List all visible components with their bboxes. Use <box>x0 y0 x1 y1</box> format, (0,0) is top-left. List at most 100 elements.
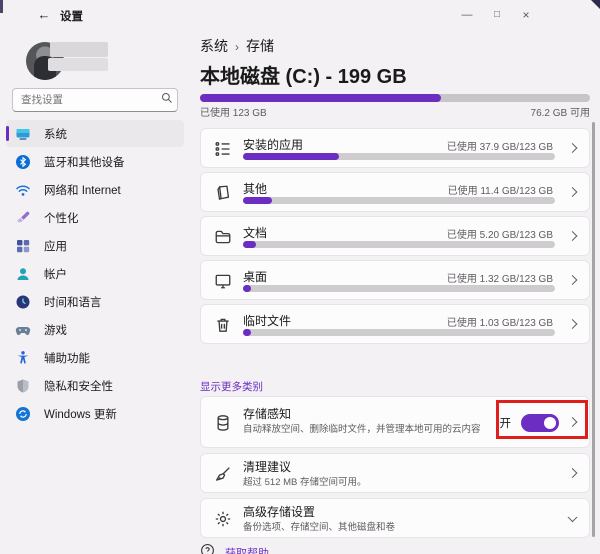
chevron-right-icon <box>568 468 578 478</box>
disk-usage-bar <box>200 94 590 102</box>
apps-grid-icon <box>15 238 31 254</box>
disk-usage-labels: 已使用 123 GB 76.2 GB 可用 <box>200 104 590 119</box>
category-label: 安装的应用 <box>243 136 303 153</box>
gamepad-icon <box>15 322 31 338</box>
titlebar: ← 设置 — □ × <box>0 0 600 30</box>
chevron-right-icon <box>568 275 578 285</box>
help-label: 获取帮助 <box>225 545 269 554</box>
chevron-right-icon <box>568 319 578 329</box>
page-title: 本地磁盘 (C:) - 199 GB <box>200 60 407 89</box>
sidebar-item-apps[interactable]: 应用 <box>6 232 184 259</box>
cleanup-subtitle: 超过 512 MB 存储空间可用。 <box>243 474 367 488</box>
storage-sense-title: 存储感知 <box>243 405 291 422</box>
sidebar-item-bluetooth[interactable]: 蓝牙和其他设备 <box>6 148 184 175</box>
sidebar-nav: 系统 蓝牙和其他设备 网络和 Internet 个性化 <box>6 120 184 428</box>
sidebar-item-windows-update[interactable]: Windows 更新 <box>6 400 184 427</box>
category-usage-fill <box>243 285 251 292</box>
cleanup-title: 清理建议 <box>243 458 291 475</box>
chevron-right-icon <box>568 187 578 197</box>
apps-list-icon <box>214 140 232 158</box>
sidebar-item-label: 游戏 <box>44 322 67 338</box>
selected-indicator <box>6 126 9 141</box>
advanced-title: 高级存储设置 <box>243 503 315 520</box>
app-title: 设置 <box>60 8 83 24</box>
wifi-icon <box>15 182 31 198</box>
sidebar-item-network[interactable]: 网络和 Internet <box>6 176 184 203</box>
sidebar-item-label: 系统 <box>44 126 67 142</box>
annotation-highlight-box <box>496 400 588 439</box>
search-input[interactable] <box>13 94 157 106</box>
sidebar-item-accessibility[interactable]: 辅助功能 <box>6 344 184 371</box>
cleanup-recommendations-row[interactable]: 清理建议 超过 512 MB 存储空间可用。 <box>200 453 590 493</box>
sidebar-item-label: 帐户 <box>44 266 67 282</box>
category-usage-fill <box>243 329 251 336</box>
settings-search[interactable] <box>12 88 178 112</box>
category-row-desktop[interactable]: 桌面 已使用 1.32 GB/123 GB <box>200 260 590 300</box>
breadcrumb-current: 存储 <box>246 38 274 54</box>
category-usage-fill <box>243 197 272 204</box>
category-row-installed-apps[interactable]: 安装的应用 已使用 37.9 GB/123 GB <box>200 128 590 168</box>
box-icon <box>214 184 232 202</box>
sidebar-item-label: 辅助功能 <box>44 350 90 366</box>
chevron-right-icon <box>568 231 578 241</box>
advanced-storage-settings-row[interactable]: 高级存储设置 备份选项、存储空间、其他磁盘和卷 <box>200 498 590 538</box>
chevron-right-icon <box>568 143 578 153</box>
category-label: 临时文件 <box>243 312 291 329</box>
category-usage: 已使用 1.03 GB/123 GB <box>447 314 553 329</box>
category-row-temp-files[interactable]: 临时文件 已使用 1.03 GB/123 GB <box>200 304 590 344</box>
sidebar-item-label: 时间和语言 <box>44 294 102 310</box>
category-row-other[interactable]: 其他 已使用 11.4 GB/123 GB <box>200 172 590 212</box>
category-usage-fill <box>243 153 339 160</box>
scrollbar[interactable] <box>592 122 595 537</box>
sidebar: 系统 蓝牙和其他设备 网络和 Internet 个性化 <box>0 30 190 554</box>
sidebar-item-personalization[interactable]: 个性化 <box>6 204 184 231</box>
sidebar-item-gaming[interactable]: 游戏 <box>6 316 184 343</box>
accessibility-icon <box>15 350 31 366</box>
person-icon <box>15 266 31 282</box>
sidebar-item-label: Windows 更新 <box>44 406 117 422</box>
update-icon <box>15 406 31 422</box>
system-icon <box>15 126 31 142</box>
category-row-documents[interactable]: 文档 已使用 5.20 GB/123 GB <box>200 216 590 256</box>
sidebar-item-accounts[interactable]: 帐户 <box>6 260 184 287</box>
sidebar-item-label: 隐私和安全性 <box>44 378 113 394</box>
shield-icon <box>15 378 31 394</box>
category-usage: 已使用 5.20 GB/123 GB <box>447 226 553 241</box>
sidebar-item-label: 个性化 <box>44 210 79 226</box>
category-usage-bar <box>243 285 555 292</box>
sidebar-item-system[interactable]: 系统 <box>6 120 184 147</box>
help-icon <box>200 543 215 554</box>
close-button[interactable]: × <box>512 4 540 26</box>
category-usage-fill <box>243 241 256 248</box>
broom-icon <box>214 465 232 483</box>
gear-icon <box>214 510 232 528</box>
sidebar-item-time-language[interactable]: 时间和语言 <box>6 288 184 315</box>
category-usage-bar <box>243 153 555 160</box>
user-email-redacted <box>48 58 108 71</box>
category-usage-bar <box>243 329 555 336</box>
back-button[interactable]: ← <box>33 5 55 25</box>
brush-icon <box>15 210 31 226</box>
clock-icon <box>15 294 31 310</box>
storage-sense-subtitle: 自动释放空间、删除临时文件，并管理本地可用的云内容 <box>243 421 481 435</box>
folder-icon <box>214 228 232 246</box>
breadcrumb-separator: › <box>235 40 239 54</box>
chevron-down-icon <box>568 512 578 522</box>
category-usage: 已使用 37.9 GB/123 GB <box>447 138 553 153</box>
storage-page: 系统 › 存储 本地磁盘 (C:) - 199 GB 已使用 123 GB 76.2… <box>196 30 600 554</box>
minimize-button[interactable]: — <box>453 4 481 26</box>
search-icon <box>157 91 177 109</box>
maximize-button[interactable]: □ <box>483 4 511 26</box>
sidebar-item-privacy[interactable]: 隐私和安全性 <box>6 372 184 399</box>
settings-window: ← 设置 — □ × 系统 <box>0 0 600 554</box>
desktop-corner-right <box>591 0 600 9</box>
show-more-categories-link[interactable]: 显示更多类别 <box>200 379 263 394</box>
category-usage-bar <box>243 241 555 248</box>
bluetooth-icon <box>15 154 31 170</box>
database-icon <box>214 414 232 432</box>
sidebar-item-label: 应用 <box>44 238 67 254</box>
get-help-link[interactable]: 获取帮助 <box>200 543 269 554</box>
breadcrumb-parent[interactable]: 系统 <box>200 38 228 54</box>
disk-usage-fill <box>200 94 441 102</box>
disk-used-label: 已使用 123 GB <box>200 104 267 119</box>
